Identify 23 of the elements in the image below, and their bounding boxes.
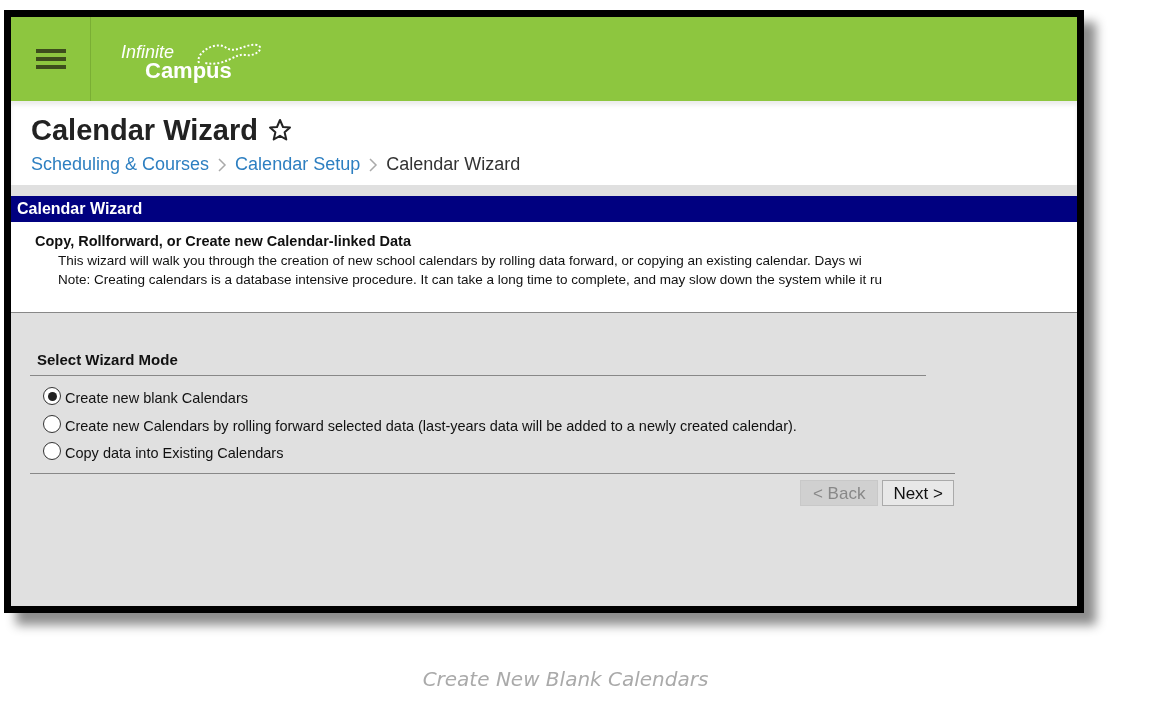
breadcrumb-current: Calendar Wizard bbox=[386, 153, 521, 176]
radio-label: Create new Calendars by rolling forward selected data (last-years data will be added to a newly created calendar). bbox=[65, 416, 797, 436]
panel-title: Calendar Wizard bbox=[17, 199, 143, 219]
page-title: Calendar Wizard bbox=[31, 113, 258, 147]
star-icon[interactable] bbox=[267, 118, 292, 142]
breadcrumb-link[interactable]: Calendar Setup bbox=[235, 151, 361, 178]
chevron-icon bbox=[368, 157, 379, 172]
chevron-icon bbox=[217, 157, 228, 172]
radio-button[interactable] bbox=[43, 387, 61, 405]
logo-text: Infinite bbox=[121, 43, 175, 61]
radio-button[interactable] bbox=[43, 442, 61, 460]
figure-caption: Create New Blank Calendars bbox=[422, 667, 709, 691]
breadcrumb-link[interactable]: Scheduling & Courses bbox=[31, 151, 210, 178]
logo-text: Campus bbox=[145, 60, 232, 82]
radio-label: Copy data into Existing Calendars bbox=[65, 444, 284, 464]
radio-label: Create new blank Calendars bbox=[65, 389, 248, 409]
description-text: Note: Creating calendars is a database intensive procedure. It can take a long time to complete, and may slow down the system while it ru bbox=[57, 271, 883, 289]
menu-icon bbox=[35, 47, 66, 71]
section-title: Select Wizard Mode bbox=[36, 350, 179, 370]
nav-button[interactable]: Next > bbox=[882, 479, 954, 506]
description-heading: Copy, Rollforward, or Create new Calendar-linked Data bbox=[35, 232, 412, 251]
description-text: This wizard will walk you through the creation of new school calendars by rolling data forward, or copying an existing calendar. Days wi bbox=[57, 252, 863, 270]
radio-button[interactable] bbox=[43, 414, 61, 433]
